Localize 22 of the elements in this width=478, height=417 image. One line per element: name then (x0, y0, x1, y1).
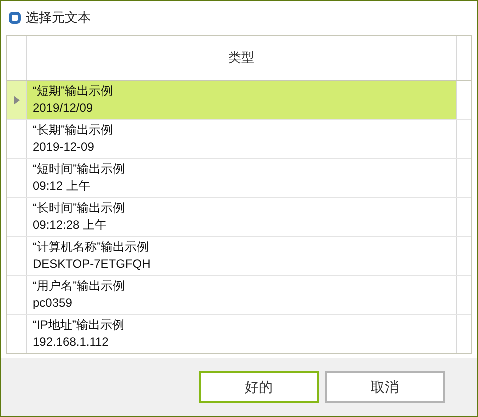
example-value: 192.168.1.112 (33, 334, 110, 351)
ok-button[interactable]: 好的 (199, 371, 319, 403)
type-name: “短期”输出示例 (33, 83, 114, 100)
example-value: 2019-12-09 (33, 139, 96, 156)
type-name: “长时间”输出示例 (33, 200, 126, 217)
column-header[interactable]: 类型 (27, 36, 457, 80)
type-name: “用户名”输出示例 (33, 278, 126, 295)
example-value: 09:12 上午 (33, 178, 92, 195)
row-pointer-icon (14, 96, 20, 104)
example-value: DESKTOP-7ETGFQH (33, 256, 152, 273)
type-name: “IP地址”输出示例 (33, 317, 126, 334)
window-title: 选择元文本 (26, 9, 91, 28)
example-value: 2019/12/09 (33, 100, 94, 117)
table-row[interactable]: “短期”输出示例 2019/12/09 (27, 81, 457, 119)
example-value: pc0359 (33, 295, 74, 312)
row-header[interactable] (7, 81, 27, 119)
type-name: “短时间”输出示例 (33, 161, 126, 178)
cancel-button[interactable]: 取消 (325, 371, 445, 403)
app-icon (8, 11, 22, 25)
type-name: “长期”输出示例 (33, 122, 114, 139)
type-name: “计算机名称”输出示例 (33, 239, 150, 256)
example-value: 09:12:28 上午 (33, 217, 108, 234)
